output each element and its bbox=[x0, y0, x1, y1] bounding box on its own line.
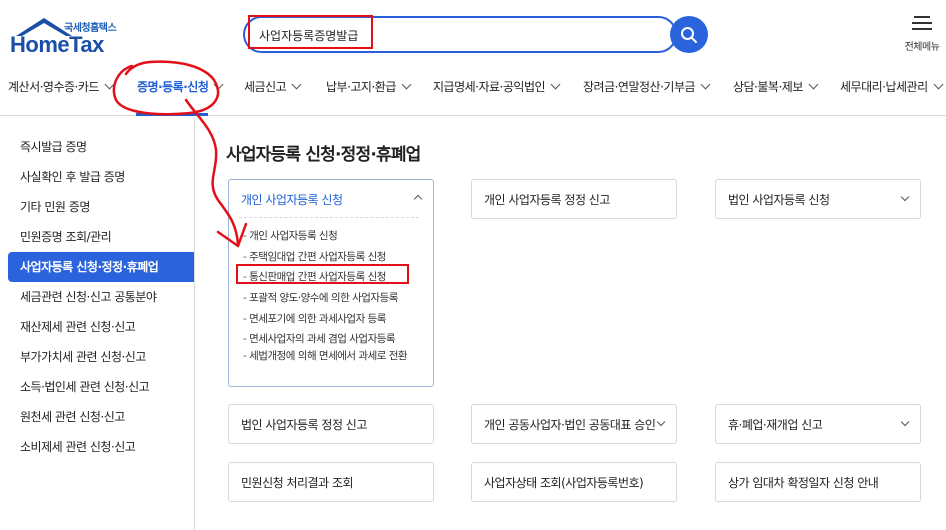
logo-text: HomeTax bbox=[10, 32, 104, 57]
sub-item-tax-exemption-waiver[interactable]: 면세포기에 의한 과세사업자 등록 bbox=[243, 311, 386, 326]
card-joint-approval[interactable]: 개인 공동사업자·법인 공동대표 승인 bbox=[471, 404, 677, 444]
chevron-up-icon[interactable] bbox=[413, 194, 423, 204]
card-label: 사업자상태 조회(사업자등록번호) bbox=[484, 476, 644, 490]
sidebar-item-verified-certificate[interactable]: 사실확인 후 발급 증명 bbox=[8, 162, 194, 192]
search-highlight-box bbox=[248, 15, 373, 49]
chevron-down-icon bbox=[808, 79, 819, 90]
sidebar-item-withholding-tax[interactable]: 원천세 관련 신청·신고 bbox=[8, 402, 194, 432]
divider bbox=[239, 217, 419, 218]
nav-item-consultation[interactable]: 상담·불복·제보 bbox=[733, 78, 819, 95]
nav-item-tax-report[interactable]: 세금신고 bbox=[244, 78, 302, 95]
search-button[interactable] bbox=[670, 16, 708, 53]
chevron-down-icon bbox=[700, 79, 711, 90]
all-menu-label: 전체메뉴 bbox=[904, 42, 940, 53]
sidebar-item-instant-certificate[interactable]: 즉시발급 증명 bbox=[8, 132, 194, 162]
card-corporate-correction[interactable]: 법인 사업자등록 정정 신고 bbox=[228, 404, 434, 444]
card-closure-reopening[interactable]: 휴·폐업·재개업 신고 bbox=[715, 404, 921, 444]
nav-item-label: 계산서·영수증·카드 bbox=[8, 80, 99, 94]
chevron-down-icon bbox=[900, 192, 910, 202]
card-label: 법인 사업자등록 신청 bbox=[728, 193, 830, 207]
nav-item-incentive[interactable]: 장려금·연말정산·기부금 bbox=[583, 78, 711, 95]
nav-item-payment[interactable]: 납부·고지·환급 bbox=[326, 78, 412, 95]
sidebar-item-consumption-tax[interactable]: 소비제세 관련 신청·신고 bbox=[8, 432, 194, 462]
chevron-down-icon bbox=[291, 79, 302, 90]
nav-item-label: 세무대리·납세관리 bbox=[840, 80, 928, 94]
hometax-logo[interactable]: 국세청홈택스 HomeTax bbox=[8, 14, 128, 58]
hamburger-icon bbox=[912, 16, 932, 30]
nav-item-invoice[interactable]: 계산서·영수증·카드 bbox=[8, 78, 115, 95]
sub-item-comprehensive-transfer[interactable]: 포괄적 양도·양수에 의한 사업자등록 bbox=[243, 290, 398, 305]
search-icon bbox=[681, 26, 697, 43]
card-label: 법인 사업자등록 정정 신고 bbox=[241, 418, 367, 432]
card-individual-correction[interactable]: 개인 사업자등록 정정 신고 bbox=[471, 179, 677, 219]
chevron-down-icon bbox=[900, 417, 910, 427]
nav-item-label: 장려금·연말정산·기부금 bbox=[583, 80, 696, 94]
sub-item-housing-rental[interactable]: 주택임대업 간편 사업자등록 신청 bbox=[243, 249, 386, 264]
card-label: 휴·폐업·재개업 신고 bbox=[728, 418, 823, 432]
sub-item-concurrent-business[interactable]: 면세사업자의 과세 겸업 사업자등록 bbox=[243, 331, 395, 346]
card-business-status[interactable]: 사업자상태 조회(사업자등록번호) bbox=[471, 462, 677, 502]
sidebar-item-business-registration[interactable]: 사업자등록 신청·정정·휴폐업 bbox=[8, 252, 194, 282]
card-label: 개인 공동사업자·법인 공동대표 승인 bbox=[484, 418, 656, 432]
chevron-down-icon bbox=[933, 79, 944, 90]
sidebar: 즉시발급 증명 사실확인 후 발급 증명 기타 민원 증명 민원증명 조회/관리… bbox=[0, 117, 195, 530]
chevron-down-icon bbox=[213, 79, 224, 90]
nav-item-label: 납부·고지·환급 bbox=[326, 80, 396, 94]
sub-item-highlight-box bbox=[236, 264, 409, 284]
nav-item-payment-statement[interactable]: 지급명세·자료·공익법인 bbox=[433, 78, 561, 95]
chevron-down-icon bbox=[550, 79, 561, 90]
nav-item-label: 지급명세·자료·공익법인 bbox=[433, 80, 546, 94]
card-corporate-registration[interactable]: 법인 사업자등록 신청 bbox=[715, 179, 921, 219]
card-application-result[interactable]: 민원신청 처리결과 조회 bbox=[228, 462, 434, 502]
all-menu-button[interactable]: 전체메뉴 bbox=[900, 14, 944, 56]
nav-item-tax-agent[interactable]: 세무대리·납세관리 bbox=[840, 78, 944, 95]
sub-item-individual-registration[interactable]: 개인 사업자등록 신청 bbox=[243, 228, 338, 243]
card-lease-fixed-date[interactable]: 상가 임대차 확정일자 신청 안내 bbox=[715, 462, 921, 502]
header: 국세청홈택스 HomeTax 전체메뉴 bbox=[0, 0, 946, 66]
nav-item-label: 증명·등록·신청 bbox=[137, 80, 209, 94]
sub-item-tax-law-conversion[interactable]: 세법개정에 의해 면세에서 과세로 전환 bbox=[243, 349, 428, 363]
card-label: 개인 사업자등록 정정 신고 bbox=[484, 193, 610, 207]
nav-active-indicator bbox=[136, 113, 208, 116]
sidebar-item-income-corporate-tax[interactable]: 소득·법인세 관련 신청·신고 bbox=[8, 372, 194, 402]
page-title: 사업자등록 신청·정정·휴폐업 bbox=[226, 145, 421, 165]
card-label: 개인 사업자등록 신청 bbox=[241, 193, 343, 207]
card-label: 상가 임대차 확정일자 신청 안내 bbox=[728, 476, 879, 490]
sidebar-item-property-tax[interactable]: 재산제세 관련 신청·신고 bbox=[8, 312, 194, 342]
main-nav: 계산서·영수증·카드 증명·등록·신청 세금신고 납부·고지·환급 지급명세·자… bbox=[0, 66, 946, 116]
card-label: 민원신청 처리결과 조회 bbox=[241, 476, 354, 490]
sidebar-item-common-application[interactable]: 세금관련 신청·신고 공통분야 bbox=[8, 282, 194, 312]
nav-item-label: 세금신고 bbox=[244, 80, 287, 94]
chevron-down-icon bbox=[104, 79, 115, 90]
sidebar-item-other-certificate[interactable]: 기타 민원 증명 bbox=[8, 192, 194, 222]
chevron-down-icon bbox=[656, 417, 666, 427]
chevron-down-icon bbox=[401, 79, 412, 90]
sidebar-item-vat[interactable]: 부가가치세 관련 신청·신고 bbox=[8, 342, 194, 372]
sidebar-item-certificate-manage[interactable]: 민원증명 조회/관리 bbox=[8, 222, 194, 252]
nav-item-label: 상담·불복·제보 bbox=[733, 80, 803, 94]
nav-item-certificate[interactable]: 증명·등록·신청 bbox=[137, 78, 224, 95]
